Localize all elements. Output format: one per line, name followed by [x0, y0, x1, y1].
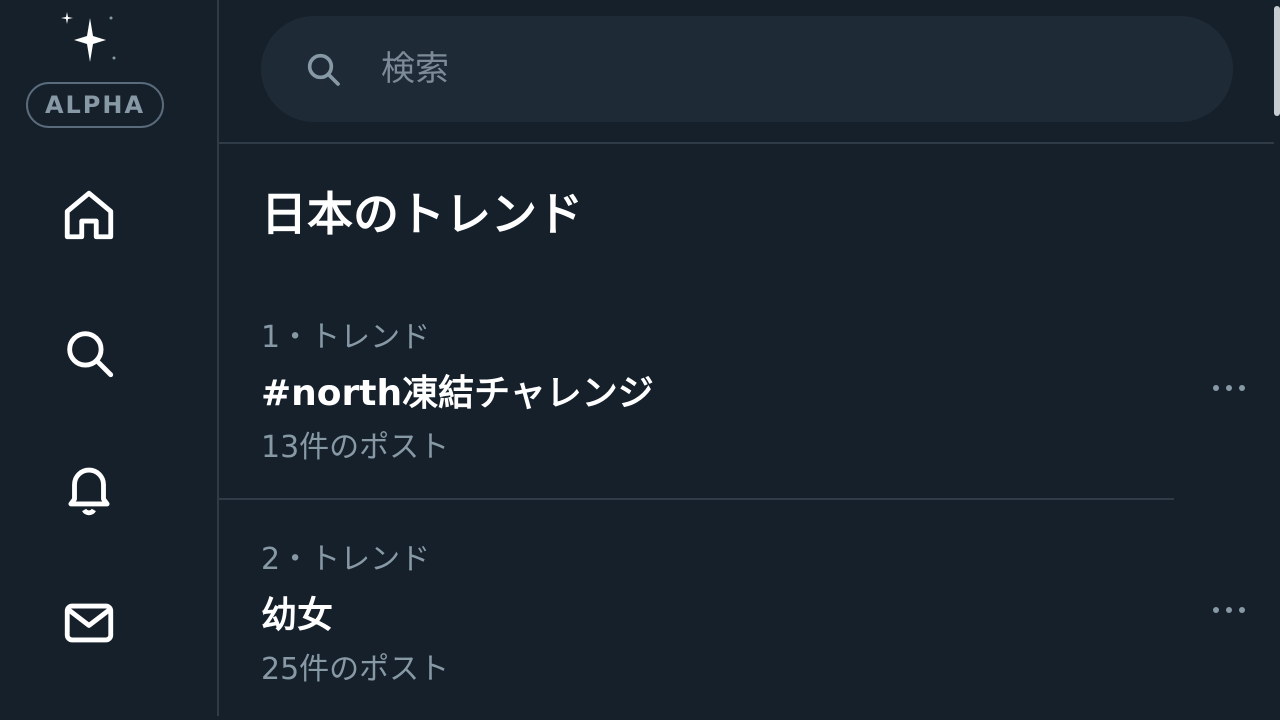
search-icon	[67, 331, 114, 378]
scrollbar-thumb[interactable]	[1274, 6, 1280, 116]
trend-more-button[interactable]	[1204, 590, 1254, 630]
nav-search[interactable]	[52, 316, 126, 390]
sparkle-icon	[61, 12, 116, 62]
trend-name[interactable]: 幼女	[261, 586, 333, 638]
scrollbar[interactable]	[1274, 0, 1280, 716]
home-icon	[64, 190, 114, 240]
page-title: 日本のトレンド	[261, 187, 583, 241]
trend-post-count: 25件のポスト	[261, 652, 450, 687]
more-icon	[1213, 607, 1245, 613]
nav-notifications[interactable]	[52, 450, 126, 524]
sidebar: ALPHA	[0, 0, 219, 716]
main-column: 日本のトレンド 1・トレンド #north凍結チャレンジ 13件のポスト 2・ト…	[219, 0, 1274, 716]
trend-name[interactable]: #north凍結チャレンジ	[261, 364, 654, 416]
search-input[interactable]	[379, 48, 1143, 90]
trend-post-count: 13件のポスト	[261, 430, 450, 465]
bell-icon	[68, 467, 110, 516]
search-header	[219, 0, 1274, 144]
trend-more-button[interactable]	[1204, 368, 1254, 408]
trend-rank: 2・トレンド	[261, 542, 431, 577]
nav-home[interactable]	[52, 178, 126, 252]
search-bar[interactable]	[261, 16, 1233, 122]
search-icon	[307, 53, 340, 86]
nav-messages[interactable]	[52, 586, 126, 660]
more-icon	[1213, 385, 1245, 391]
trend-rank: 1・トレンド	[261, 320, 431, 355]
alpha-badge: ALPHA	[26, 82, 164, 128]
mail-icon	[64, 603, 114, 643]
trend-item[interactable]: 2・トレンド 幼女 25件のポスト	[219, 500, 1174, 720]
trend-item[interactable]: 1・トレンド #north凍結チャレンジ 13件のポスト	[219, 278, 1174, 500]
